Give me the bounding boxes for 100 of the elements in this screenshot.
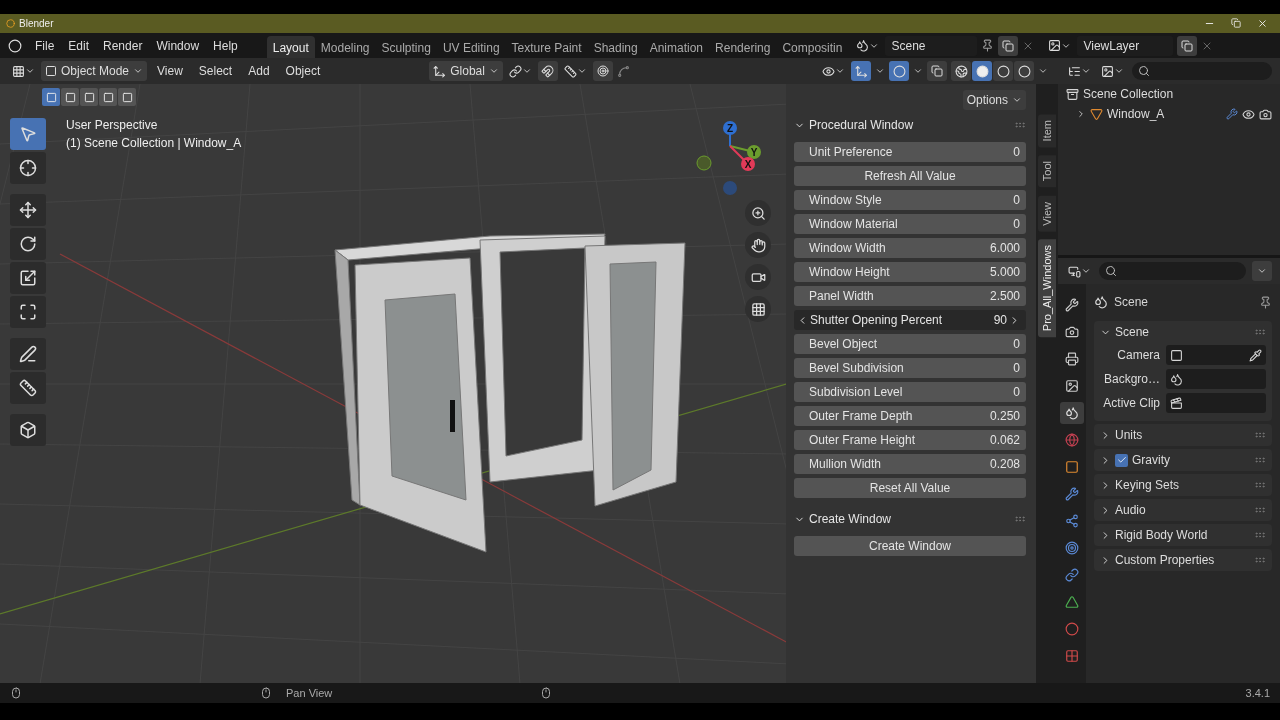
sidebar-tab[interactable]: Tool [1038,155,1056,188]
object-field[interactable] [1166,345,1266,365]
subpanel-title[interactable]: Scene [1115,325,1250,339]
xray-button[interactable] [927,61,947,81]
header-menu[interactable]: View [151,64,189,78]
new-scene-button[interactable] [998,35,1019,56]
tool-button[interactable] [10,414,46,446]
tree-item[interactable]: Scene Collection [1058,84,1280,104]
pan-button[interactable] [745,232,771,258]
header-menu[interactable]: Add [242,64,276,78]
new-view-layer-button[interactable] [1177,35,1198,56]
options-dropdown[interactable]: Options [962,90,1026,110]
perspective-button[interactable] [745,296,771,322]
subpanel-title[interactable]: Audio [1115,503,1250,517]
mode-dropdown[interactable]: Object Mode [41,61,148,81]
workspace-tab[interactable]: UV Editing [436,36,506,59]
workspace-tab[interactable]: Shading [587,36,644,59]
object-field[interactable] [1166,393,1266,413]
menu-item[interactable]: Window [149,35,207,56]
sidebar-tab[interactable]: Pro_All_Windows [1038,239,1056,338]
camera-icon[interactable] [1259,107,1272,121]
proportional-edit-button[interactable] [592,61,613,81]
workspace-tab[interactable]: Sculpting [375,36,437,59]
properties-tab[interactable] [1060,402,1084,424]
negative-axis-dot[interactable] [696,155,712,171]
select-mode-button[interactable] [80,88,98,106]
workspace-tab[interactable]: Rendering [709,36,777,59]
checkbox[interactable] [1115,453,1128,467]
camera-view-button[interactable] [745,264,771,290]
search-field[interactable] [1099,262,1246,280]
number-field[interactable]: Mullion Width 0.208 [794,454,1026,474]
orientation-dropdown[interactable]: Global [429,61,503,81]
axis-handle[interactable]: Y [729,145,761,159]
tool-button[interactable] [10,194,46,226]
zoom-button[interactable] [745,200,771,226]
eyedropper-icon[interactable] [1249,348,1262,362]
number-field[interactable]: Subdivision Level 0 [794,382,1026,402]
number-field[interactable]: Outer Frame Depth 0.250 [794,406,1026,426]
search-field[interactable] [1132,62,1272,80]
negative-axis-dot[interactable] [723,181,737,195]
number-field[interactable]: Window Style 0 [794,190,1026,210]
header-menu[interactable]: Select [192,64,239,78]
tool-button[interactable] [10,152,46,184]
tool-button[interactable] [10,338,46,370]
panel-button[interactable]: Reset All Value [794,478,1026,498]
menu-item[interactable]: Help [206,35,245,56]
app-logo-icon[interactable] [8,38,22,53]
tool-button[interactable] [10,296,46,328]
pin-icon[interactable] [1259,295,1272,309]
tree-item[interactable]: Window_A [1058,104,1280,124]
sidebar-tab[interactable]: Item [1038,114,1056,148]
tool-button[interactable] [10,372,46,404]
shading-button[interactable] [951,61,971,81]
menu-item[interactable]: Render [96,35,150,56]
snap-button[interactable] [537,61,558,81]
number-field[interactable]: Shutter Opening Percent 90 [794,310,1026,330]
tool-button[interactable] [10,262,46,294]
number-field[interactable]: Bevel Subdivision 0 [794,358,1026,378]
number-field[interactable]: Window Height 5.000 [794,262,1026,282]
falloff-curve-icon[interactable] [616,64,630,78]
close-icon[interactable] [1257,18,1268,29]
panel-button[interactable]: Refresh All Value [794,166,1026,186]
shading-button[interactable] [972,61,992,81]
shading-button[interactable] [993,61,1013,81]
select-mode-button[interactable] [99,88,117,106]
header-menu[interactable]: Object [279,64,327,78]
subpanel-title[interactable]: Custom Properties [1115,553,1250,567]
select-mode-button[interactable] [42,88,60,106]
tool-button[interactable] [10,228,46,260]
menu-item[interactable]: File [28,35,62,56]
view-layer-field[interactable]: ViewLayer [1077,35,1174,56]
subpanel-title[interactable]: Keying Sets [1115,478,1250,492]
select-mode-button[interactable] [118,88,136,106]
pin-icon[interactable] [981,39,995,52]
workspace-tab[interactable]: Animation [643,36,710,59]
sidebar-tab[interactable]: View [1038,195,1056,232]
scene-field[interactable]: Scene [885,35,978,56]
number-field[interactable]: Window Material 0 [794,214,1026,234]
workspace-tab[interactable]: Modeling [314,36,376,59]
number-field[interactable]: Bevel Object 0 [794,334,1026,354]
subpanel-title[interactable]: Rigid Body World [1115,528,1250,542]
number-field[interactable]: Panel Width 2.500 [794,286,1026,306]
gizmo-button[interactable] [851,61,871,81]
overlay-button[interactable] [889,61,909,81]
restore-icon[interactable] [1231,18,1241,28]
object-field[interactable] [1166,369,1266,389]
number-field[interactable]: Unit Preference 0 [794,142,1026,162]
menu-item[interactable]: Edit [61,35,97,56]
number-field[interactable]: Window Width 6.000 [794,238,1026,258]
select-mode-button[interactable] [61,88,79,106]
panel-header[interactable]: Create Window [794,508,1026,530]
panel-button[interactable]: Create Window [794,536,1026,556]
subpanel-title[interactable]: Units [1115,428,1250,442]
eye-icon[interactable] [1242,107,1255,121]
workspace-tab[interactable]: Layout [266,36,315,59]
workspace-tab[interactable]: Texture Paint [505,36,588,59]
panel-header[interactable]: Procedural Window [794,114,1026,136]
workspace-tab[interactable]: Compositin [776,36,849,59]
number-field[interactable]: Outer Frame Height 0.062 [794,430,1026,450]
subpanel-title[interactable]: Gravity [1132,453,1250,467]
